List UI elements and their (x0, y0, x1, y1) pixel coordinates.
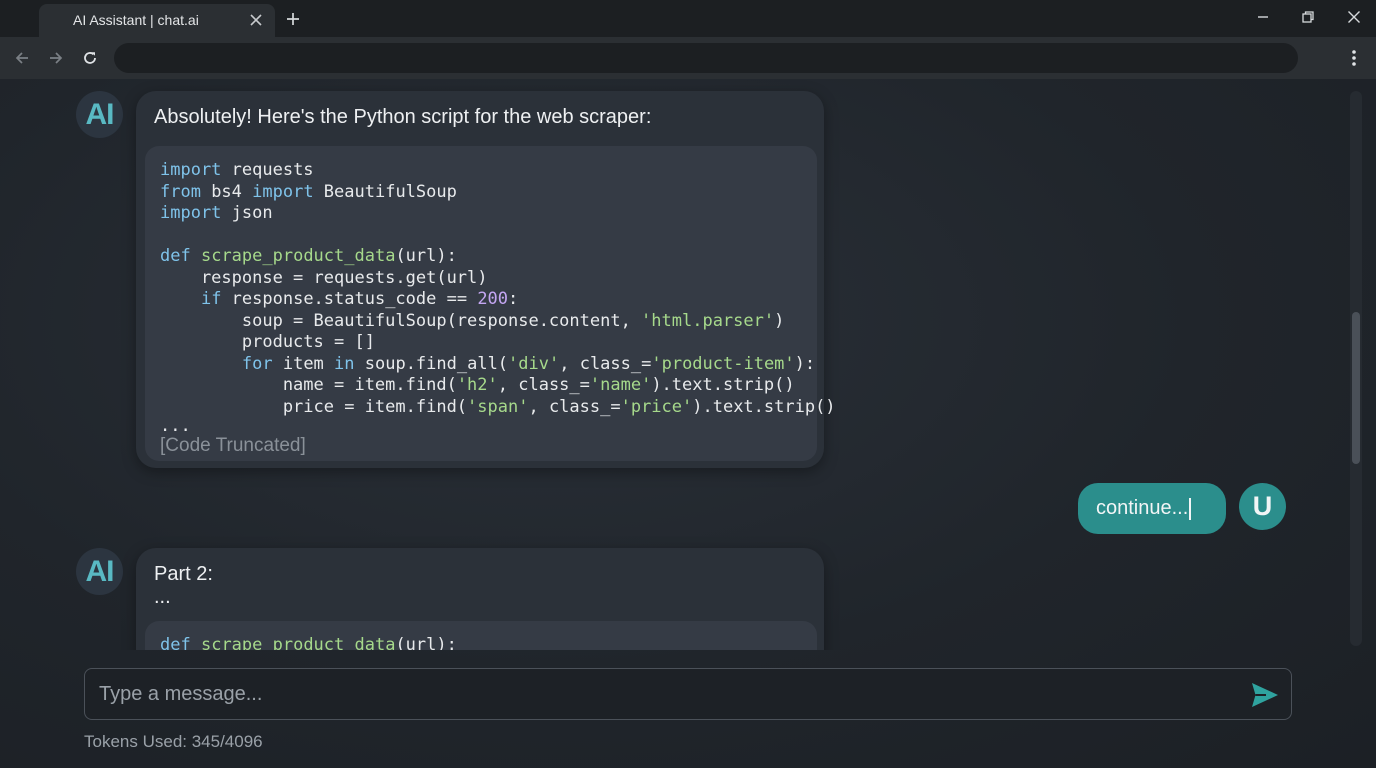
tab-title: AI Assistant | chat.ai (73, 12, 199, 28)
code-line: if response.status_code == 200: (200, 289, 519, 309)
code-line: from bs4 import BeautifulSoup (160, 181, 457, 202)
reload-icon (84, 52, 96, 64)
close-icon (1348, 11, 1360, 23)
browser-tab-strip: AI Assistant | chat.ai (0, 0, 1376, 37)
code-line: soup = BeautifulSoup(response.content, '… (160, 310, 785, 331)
code-line: import requests (160, 160, 314, 180)
code-line: products = [] (160, 332, 375, 352)
code-line: for item in soup.find_all('div', class_=… (241, 353, 816, 374)
token-counter: Tokens Used: 345/4096 (84, 732, 263, 751)
user-message[interactable]: continue... (1078, 483, 1226, 534)
assistant-message: Part 2: ... def scrape_product_data(url)… (136, 548, 824, 650)
message-text-continued: ... (154, 586, 171, 608)
arrow-right-icon (50, 52, 63, 64)
forward-button[interactable] (45, 47, 67, 69)
code-line: price = item.find('span', class_='price'… (160, 396, 836, 417)
reload-button[interactable] (79, 47, 101, 69)
arrow-left-icon (15, 52, 28, 64)
new-tab-button[interactable] (283, 9, 303, 29)
back-button[interactable] (11, 47, 33, 69)
assistant-message: Absolutely! Here's the Python script for… (136, 91, 836, 468)
code-block[interactable]: import requests from bs4 import Beautifu… (145, 146, 836, 461)
address-bar[interactable] (114, 43, 1298, 73)
message-composer (84, 668, 1292, 720)
minimize-button[interactable] (1250, 6, 1276, 28)
chat-viewport: AI Absolutely! Here's the Python script … (0, 79, 1376, 768)
scrollbar-thumb[interactable] (1352, 312, 1360, 464)
code-block[interactable]: def scrape_product_data(url): (145, 621, 817, 650)
code-line: response = requests.get(url) (160, 267, 488, 288)
text-cursor (1189, 497, 1191, 520)
restore-icon (1302, 11, 1314, 23)
restore-button[interactable] (1295, 6, 1321, 28)
browser-menu-button[interactable] (1343, 47, 1365, 69)
kebab-menu-icon (1352, 50, 1356, 66)
code-line: import json (160, 203, 273, 223)
ai-avatar: AI (76, 91, 123, 138)
plus-icon (287, 13, 299, 25)
browser-tab[interactable]: AI Assistant | chat.ai (39, 4, 275, 37)
browser-toolbar (0, 37, 1376, 79)
ai-avatar: AI (76, 548, 123, 595)
message-text: Absolutely! Here's the Python script for… (154, 106, 652, 128)
tab-close-button[interactable] (247, 11, 265, 29)
code-line: def scrape_product_data(url): (160, 246, 457, 266)
code-line: def scrape_product_data(url): (160, 635, 457, 650)
message-list[interactable]: AI Absolutely! Here's the Python script … (0, 79, 1346, 650)
message-text: continue... (1096, 497, 1189, 519)
minimize-icon (1258, 16, 1268, 18)
message-text: Part 2: (154, 563, 213, 585)
send-button[interactable] (1249, 680, 1281, 710)
send-icon (1252, 683, 1278, 707)
code-truncated-label: [Code Truncated] (160, 435, 306, 456)
message-input[interactable] (99, 669, 1239, 719)
code-line: name = item.find('h2', class_='name').te… (160, 375, 795, 395)
window-close-button[interactable] (1341, 6, 1367, 28)
user-avatar: U (1239, 483, 1286, 530)
close-icon (250, 14, 262, 26)
